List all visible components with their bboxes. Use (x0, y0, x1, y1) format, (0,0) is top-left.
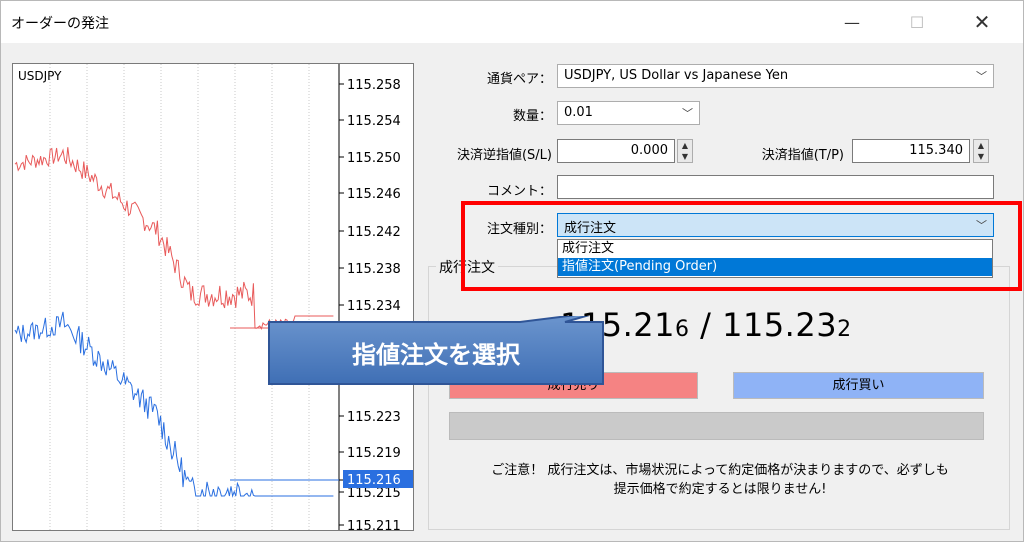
comment-input[interactable] (557, 175, 994, 199)
chart-price-label: 115.211 (347, 519, 401, 530)
highlight-box (461, 201, 1022, 291)
ask-main: 115.23 (722, 306, 838, 344)
comment-label: コメント： (486, 184, 552, 199)
chevron-down-icon: ﹀ (976, 70, 987, 83)
chart-price-label: 115.223 (347, 410, 401, 425)
chart-price-label: 115.250 (347, 151, 401, 166)
sl-input[interactable]: 0.000 (557, 139, 675, 163)
pair-label: 通貨ペア： (486, 72, 552, 87)
buy-button[interactable]: 成行買い (733, 372, 984, 399)
chart-price-label: 115.246 (347, 187, 401, 202)
bid-small: 6 (674, 317, 690, 342)
pair-select[interactable]: USDJPY, US Dollar vs Japanese Yen ﹀ (557, 64, 994, 88)
ask-small: 2 (837, 317, 852, 342)
chart-price-label: 115.258 (347, 78, 401, 93)
maximize-button[interactable]: ☐ (894, 1, 940, 43)
tp-input[interactable]: 115.340 (852, 139, 970, 163)
ask-price-line (14, 147, 334, 330)
notice-text: ご注意！ 成行注文は、市場状況によって約定価格が決まりますので、必ずしも 提示価… (440, 461, 1000, 499)
pair-value: USDJPY, US Dollar vs Japanese Yen (564, 68, 789, 83)
chart-price-label: 115.238 (347, 262, 401, 277)
title-bar: オーダーの発注 — ☐ ✕ (1, 1, 1023, 43)
notice-line-1: ご注意！ 成行注文は、市場状況によって約定価格が決まりますので、必ずしも (491, 463, 949, 478)
chevron-down-icon: ﹀ (682, 107, 693, 120)
chart-price-label: 115.242 (347, 225, 401, 240)
tp-label: 決済指値(T/P) (761, 148, 844, 163)
callout-text: 指値注文を選択 (352, 340, 520, 369)
notice-line-2: 提示価格で約定するとは限りません! (613, 482, 827, 497)
price-separator: / (689, 306, 723, 344)
chart-canvas: 115.258 115.254 115.250 115.246 115.242 115.2… (14, 64, 413, 530)
chart-price-label: 115.215 (347, 486, 401, 501)
volume-combo[interactable]: 0.01 ﹀ (557, 101, 700, 125)
sl-label: 決済逆指値(S/L) (456, 148, 552, 163)
chart-price-label: 115.219 (347, 446, 401, 461)
tp-spinner[interactable]: ▲ ▼ (973, 139, 989, 163)
volume-value: 0.01 (564, 105, 593, 120)
sl-spinner[interactable]: ▲ ▼ (677, 139, 693, 163)
current-price-label: 115.216 (347, 473, 401, 488)
volume-label: 数量： (512, 109, 552, 124)
status-bar (449, 412, 984, 440)
chart-price-label: 115.234 (347, 299, 401, 314)
window-title: オーダーの発注 (11, 16, 109, 32)
chart-price-label: 115.254 (347, 114, 401, 129)
price-chart: USDJPY 115.258 115.254 115.250 115.246 115.2… (12, 63, 414, 531)
close-button[interactable]: ✕ (959, 1, 1005, 43)
minimize-button[interactable]: — (829, 1, 875, 43)
